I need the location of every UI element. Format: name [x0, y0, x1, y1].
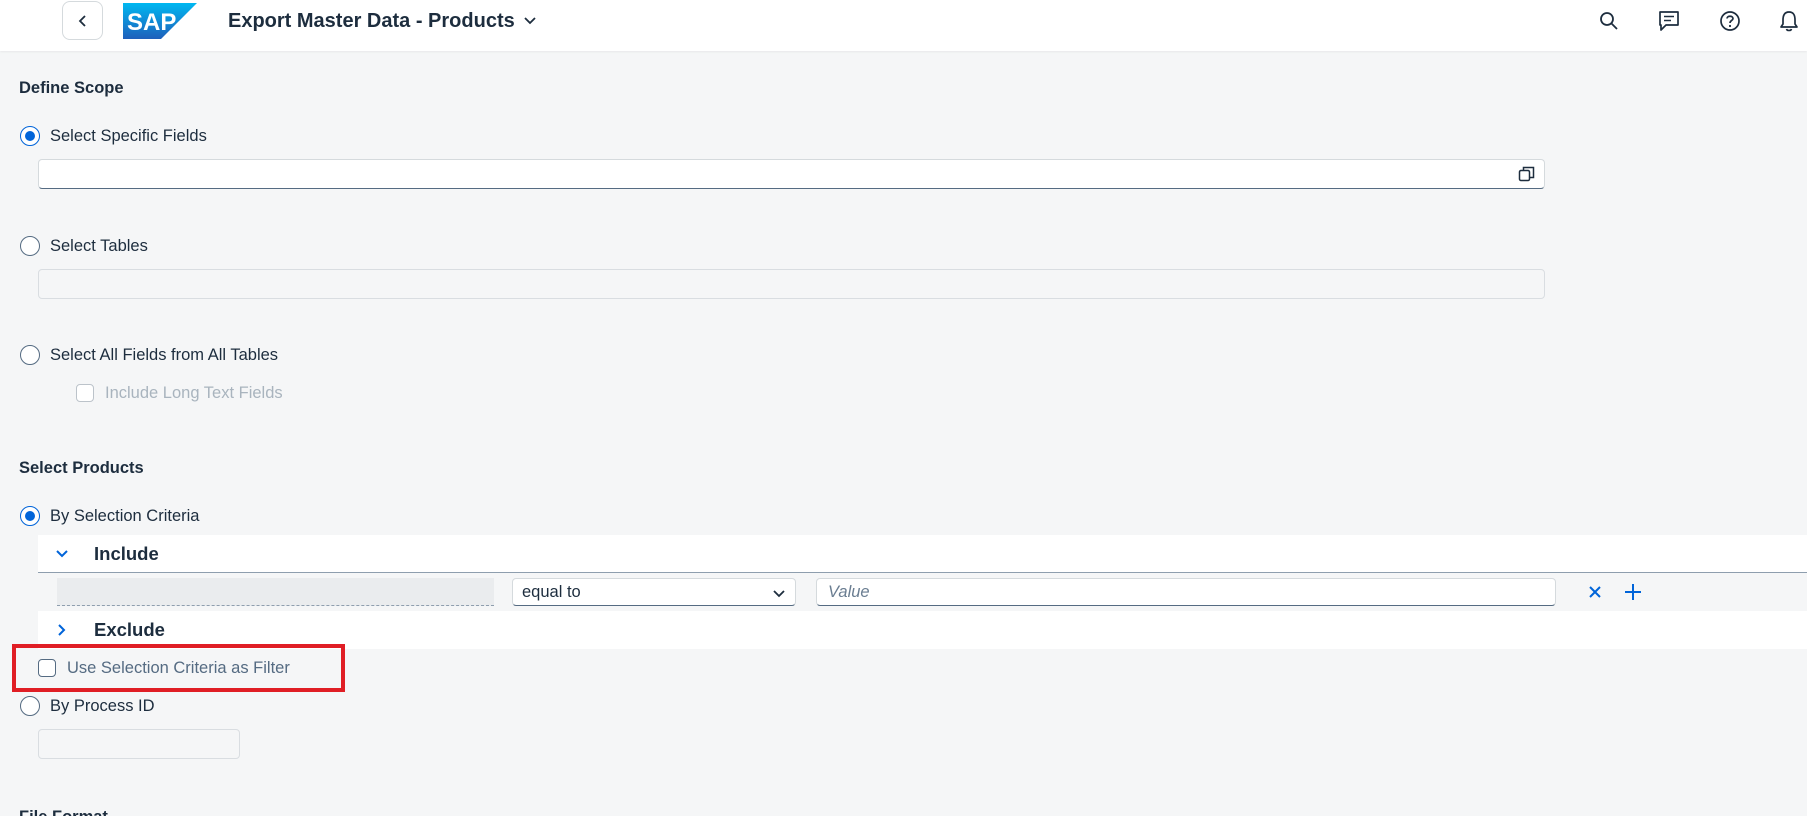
chevron-down-icon — [773, 590, 785, 598]
help-button[interactable] — [1716, 7, 1744, 35]
specific-fields-input[interactable] — [38, 159, 1545, 189]
add-condition-button[interactable] — [1621, 580, 1645, 604]
operator-select[interactable]: equal to — [512, 578, 796, 606]
highlight-annotation — [12, 644, 345, 692]
close-icon — [1589, 586, 1601, 598]
shell-bar: SAP Export Master Data - Products — [0, 0, 1807, 51]
feedback-button[interactable] — [1655, 7, 1683, 35]
process-id-input[interactable] — [38, 729, 240, 759]
radio-select-tables[interactable]: Select Tables — [20, 234, 148, 258]
radio-by-process-id[interactable]: By Process ID — [20, 694, 155, 718]
chevron-right-icon[interactable] — [50, 618, 74, 642]
svg-text:SAP: SAP — [127, 9, 176, 36]
radio-label: Select Specific Fields — [50, 126, 207, 145]
file-format-title: File Format — [19, 808, 108, 816]
include-label: Include — [94, 543, 159, 564]
define-scope-title: Define Scope — [19, 79, 124, 97]
search-icon — [1600, 12, 1618, 30]
value-input[interactable]: Value — [816, 578, 1556, 606]
value-help-icon[interactable] — [1518, 165, 1536, 183]
radio-selected-icon[interactable] — [20, 506, 40, 526]
chevron-down-icon[interactable] — [50, 542, 74, 566]
checkbox-label: Include Long Text Fields — [105, 383, 283, 402]
exclude-label: Exclude — [94, 619, 165, 640]
checkbox-icon[interactable] — [76, 384, 94, 402]
back-icon — [78, 14, 86, 27]
remove-condition-button[interactable] — [1583, 580, 1607, 604]
search-button[interactable] — [1595, 7, 1623, 35]
include-panel-header[interactable]: Include — [38, 535, 1807, 573]
help-icon — [1720, 11, 1740, 31]
add-icon — [1625, 584, 1641, 600]
feedback-icon — [1659, 11, 1679, 31]
app-title-menu[interactable]: Export Master Data - Products — [228, 9, 537, 33]
radio-label: Select All Fields from All Tables — [50, 345, 279, 364]
notification-icon — [1780, 11, 1798, 32]
select-products-title: Select Products — [19, 459, 144, 477]
radio-unselected-icon[interactable] — [20, 345, 40, 365]
radio-label: By Process ID — [50, 696, 155, 715]
include-long-text-checkbox[interactable]: Include Long Text Fields — [76, 381, 283, 405]
radio-selected-icon[interactable] — [20, 126, 40, 146]
include-criteria-row: equal to Value — [38, 572, 1807, 610]
radio-unselected-icon[interactable] — [20, 696, 40, 716]
chevron-down-icon — [524, 17, 536, 25]
tables-input[interactable] — [38, 269, 1545, 299]
value-placeholder: Value — [828, 582, 870, 601]
radio-unselected-icon[interactable] — [20, 236, 40, 256]
field-name-input[interactable] — [57, 578, 494, 606]
back-button[interactable] — [62, 1, 103, 40]
radio-select-specific-fields[interactable]: Select Specific Fields — [20, 124, 207, 148]
radio-select-all-fields[interactable]: Select All Fields from All Tables — [20, 343, 278, 367]
radio-by-selection-criteria[interactable]: By Selection Criteria — [20, 504, 199, 528]
radio-label: By Selection Criteria — [50, 506, 200, 525]
notifications-button[interactable] — [1777, 7, 1801, 35]
app-title: Export Master Data - Products — [228, 9, 515, 32]
sap-logo[interactable]: SAP — [123, 3, 197, 39]
radio-label: Select Tables — [50, 236, 148, 255]
operator-value: equal to — [522, 582, 581, 601]
